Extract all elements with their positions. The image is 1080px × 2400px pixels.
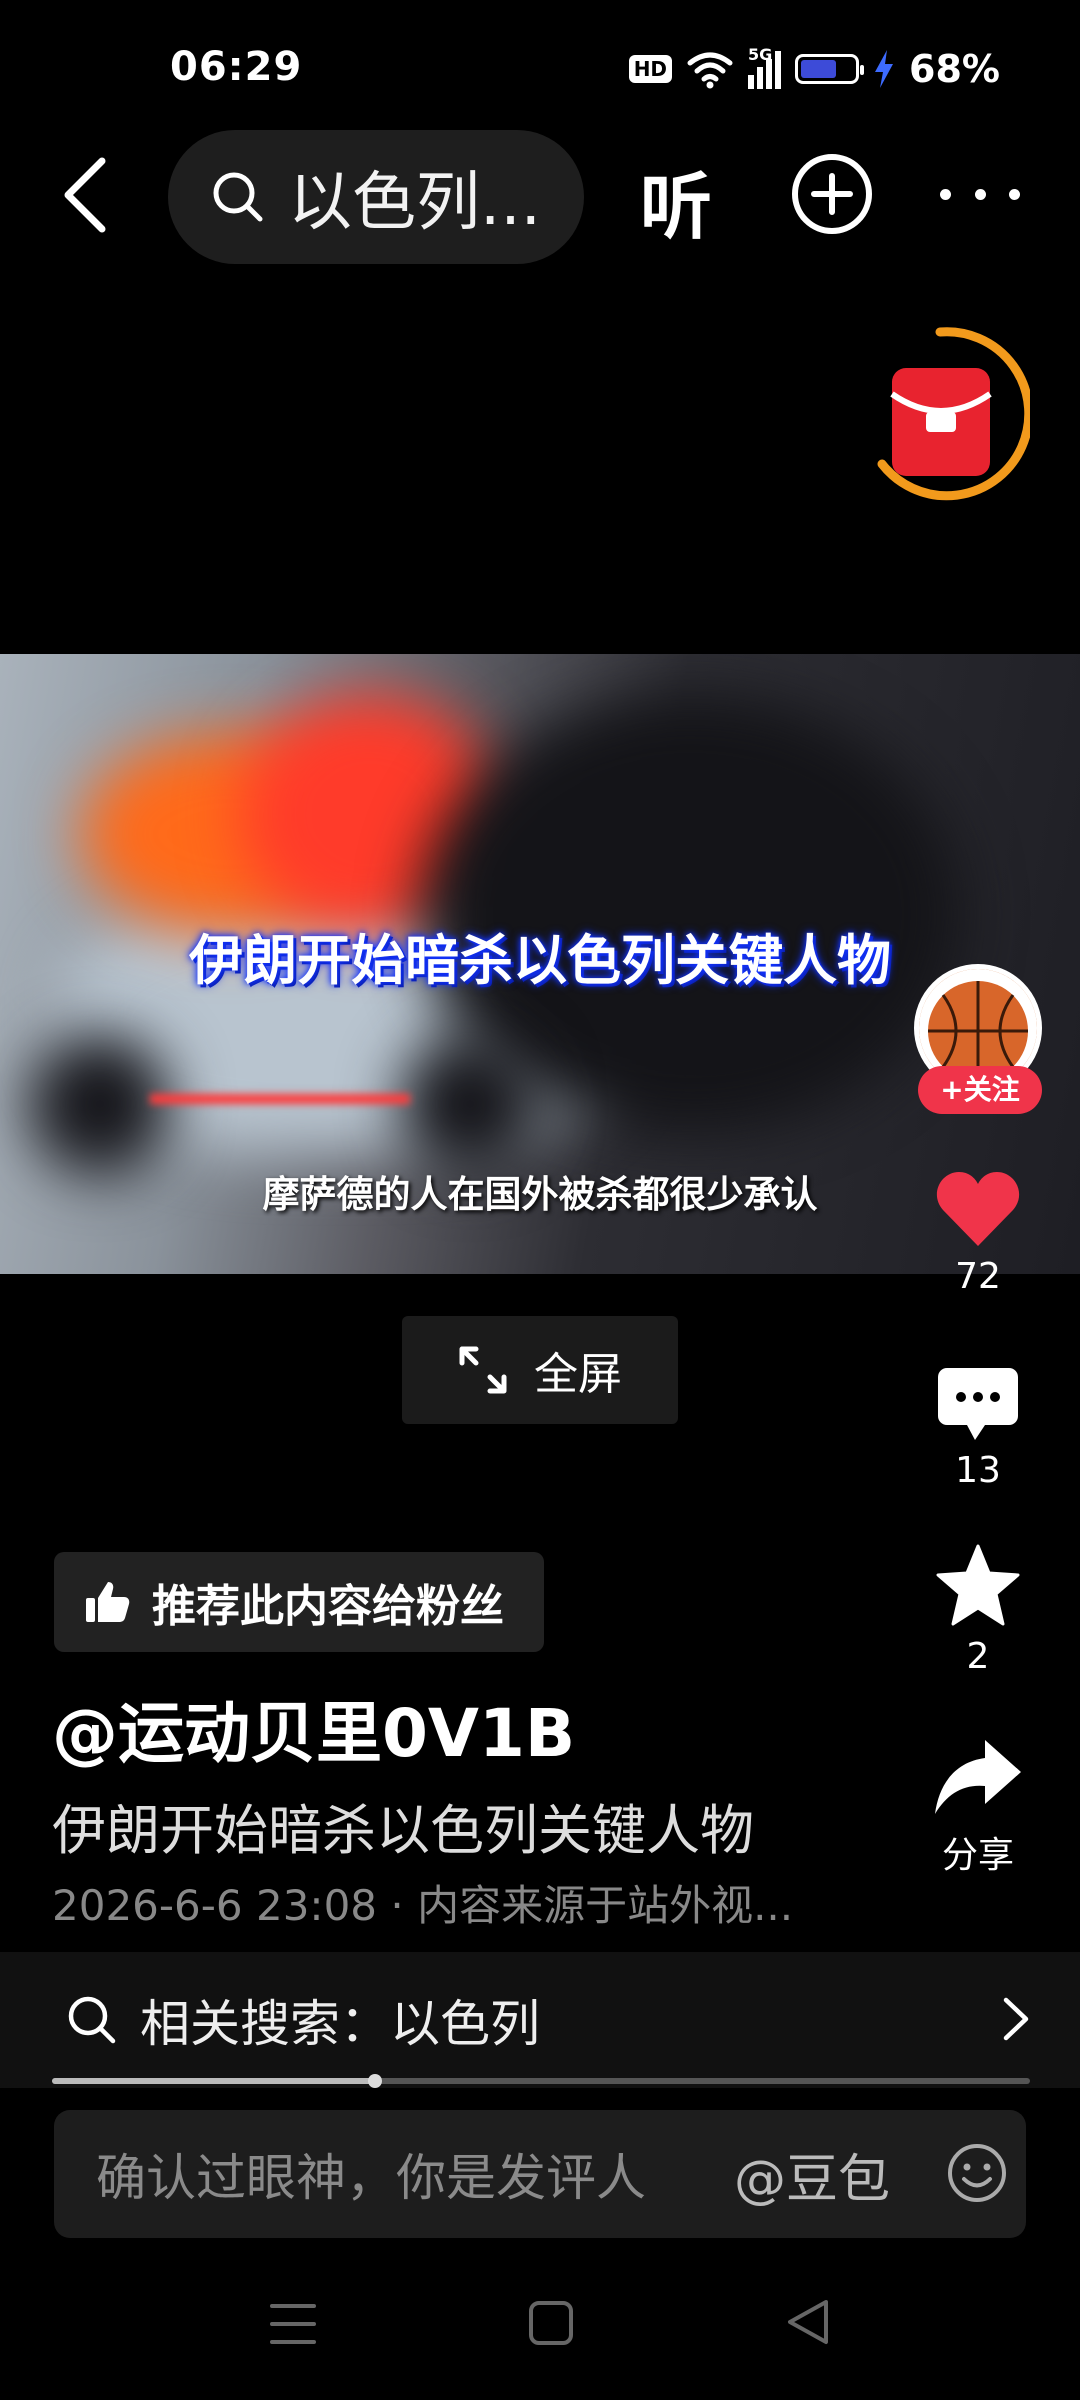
battery-icon	[795, 54, 865, 84]
recommend-to-fans-button[interactable]: 推荐此内容给粉丝	[54, 1552, 544, 1652]
red-envelope-icon	[877, 327, 1034, 501]
chevron-right-icon	[1003, 1997, 1029, 2041]
back-triangle-icon[interactable]	[786, 2298, 830, 2346]
back-button[interactable]	[50, 150, 120, 240]
star-icon	[936, 1544, 1020, 1626]
signal-icon: 5G	[748, 45, 782, 89]
emoji-icon[interactable]	[946, 2142, 1008, 2204]
recommend-label: 推荐此内容给粉丝	[152, 1581, 504, 1632]
progress-handle[interactable]	[367, 2074, 382, 2088]
follow-button[interactable]: +关注	[918, 1066, 1042, 1114]
listen-button[interactable]: 听	[640, 148, 712, 253]
hd-badge: HD	[628, 55, 673, 83]
comment-input[interactable]: 确认过眼神，你是发评人 @豆包	[54, 2110, 1026, 2238]
comment-placeholder: 确认过眼神，你是发评人	[96, 2149, 646, 2207]
battery-percent: 68%	[909, 47, 1000, 91]
charging-icon	[875, 50, 894, 88]
add-button[interactable]	[790, 152, 874, 236]
like-count: 72	[955, 1256, 1001, 1297]
menu-icon[interactable]	[270, 2302, 316, 2346]
favorite-count: 2	[966, 1636, 990, 1677]
progress-fill	[52, 2078, 375, 2084]
related-search-label: 相关搜索：以色列	[140, 1995, 540, 2053]
comment-bubble-icon	[938, 1368, 1018, 1440]
favorite-button[interactable]: 2	[918, 1544, 1038, 1677]
mention-button[interactable]: @豆包	[734, 2137, 890, 2212]
chevron-left-icon	[64, 157, 106, 233]
comment-count: 13	[955, 1450, 1001, 1491]
author-name[interactable]: @运动贝里0V1B	[52, 1680, 575, 1776]
home-square-icon[interactable]	[528, 2300, 574, 2346]
status-time: 06:29	[170, 44, 303, 90]
share-arrow-icon	[935, 1740, 1021, 1814]
search-bar[interactable]: 以色列...	[168, 130, 584, 264]
search-icon	[68, 1996, 116, 2044]
expand-icon	[459, 1346, 507, 1394]
share-button[interactable]: 分享	[918, 1738, 1038, 1878]
like-button[interactable]: 72	[918, 1170, 1038, 1297]
fullscreen-button[interactable]: 全屏	[402, 1316, 678, 1424]
video-description: 伊朗开始暗杀以色列关键人物	[52, 1799, 754, 1862]
network-type: 5G	[748, 45, 773, 64]
heart-icon	[936, 1172, 1020, 1246]
share-label: 分享	[941, 1835, 1014, 1876]
more-options-icon[interactable]	[940, 182, 1020, 206]
status-icons: HD 5G 68%	[628, 44, 1000, 94]
post-meta: 2026-6-6 23:08 · 内容来源于站外视...	[52, 1881, 794, 1930]
fullscreen-label: 全屏	[534, 1349, 622, 1400]
comment-button[interactable]: 13	[918, 1366, 1038, 1491]
video-title-overlay: 伊朗开始暗杀以色列关键人物	[189, 929, 891, 992]
search-icon	[213, 172, 263, 222]
plus-circle-icon	[792, 154, 872, 234]
red-packet-button[interactable]	[870, 324, 1034, 504]
search-query: 以色列...	[288, 166, 542, 240]
related-search-bar[interactable]: 相关搜索：以色列	[0, 1952, 1080, 2088]
wifi-icon	[687, 52, 733, 89]
thumbs-up-icon	[86, 1582, 130, 1622]
